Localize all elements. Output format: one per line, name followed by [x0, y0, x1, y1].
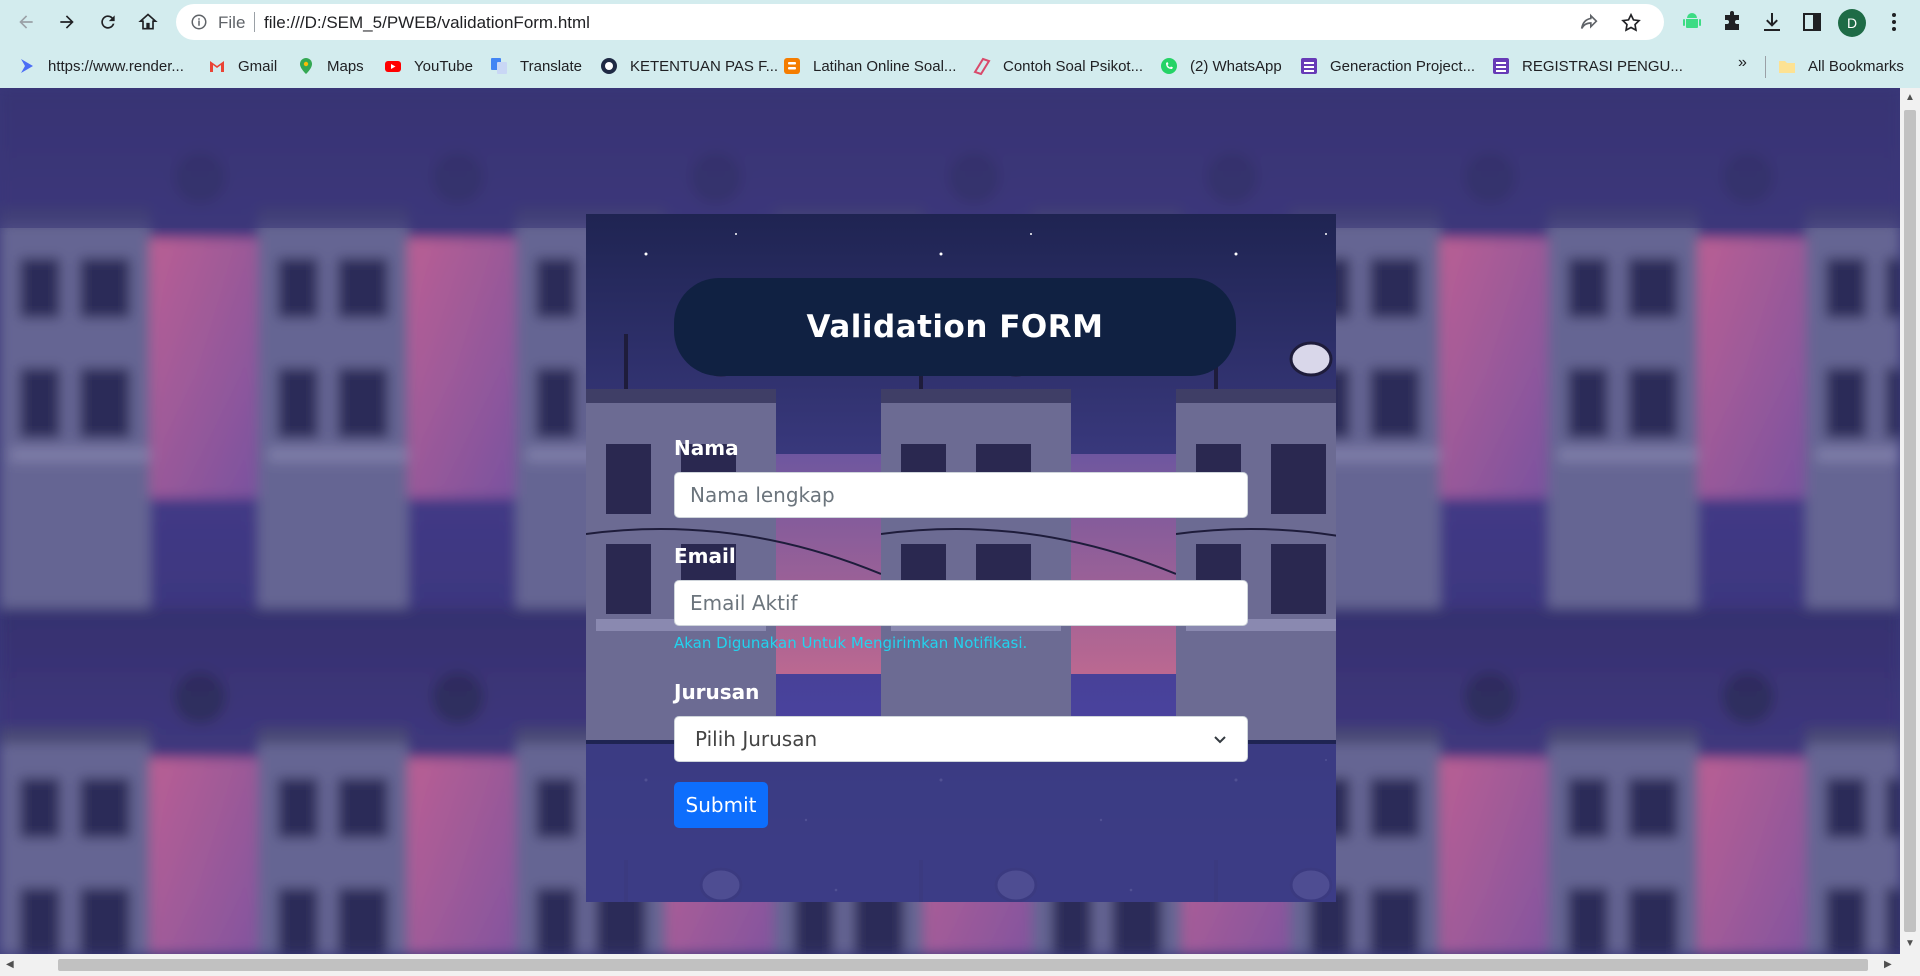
home-button[interactable]: [134, 8, 162, 36]
folder-icon: [1779, 61, 1795, 73]
gmail-icon: [210, 61, 224, 72]
bookmark-item[interactable]: https://www.render...: [18, 56, 184, 76]
site-icon: [973, 57, 991, 75]
form-card: Validation FORM Nama Nama lengkap Email …: [586, 214, 1336, 902]
bookmark-item[interactable]: Gmail: [208, 56, 277, 76]
scroll-left-arrow-icon[interactable]: ◀: [6, 959, 14, 970]
major-selected-value: Pilih Jurusan: [695, 727, 818, 751]
email-label: Email: [674, 544, 736, 568]
omnibox-divider: [254, 12, 255, 32]
scroll-down-arrow-icon[interactable]: ▼: [1905, 938, 1915, 949]
home-icon: [138, 13, 158, 30]
vertical-scroll-thumb[interactable]: [1904, 110, 1916, 932]
bookmark-item[interactable]: YouTube: [384, 56, 473, 76]
share-icon[interactable]: [1578, 12, 1600, 34]
youtube-icon: [385, 61, 401, 72]
download-icon[interactable]: [1760, 10, 1784, 34]
bookmark-label: REGISTRASI PENGU...: [1522, 57, 1683, 75]
major-select[interactable]: Pilih Jurusan: [674, 716, 1248, 762]
bookmark-label: Maps: [327, 57, 364, 75]
bookmark-label: KETENTUAN PAS F...: [630, 57, 779, 75]
name-label: Nama: [674, 436, 739, 460]
bookmark-label: YouTube: [414, 57, 473, 75]
bookmark-item[interactable]: Maps: [297, 56, 364, 76]
arrow-right-icon: [60, 15, 74, 29]
browser-toolbar: File file:///D:/SEM_5/PWEB/validationFor…: [0, 0, 1920, 44]
bookmark-item[interactable]: REGISTRASI PENGU...: [1492, 56, 1683, 76]
all-bookmarks-label: All Bookmarks: [1808, 57, 1904, 75]
maps-icon: [300, 58, 312, 74]
site-icon: [601, 58, 617, 74]
bookmark-item[interactable]: Contoh Soal Psikot...: [973, 56, 1143, 76]
forms-icon: [1301, 58, 1317, 74]
info-icon[interactable]: [190, 13, 208, 31]
scroll-up-arrow-icon[interactable]: ▲: [1905, 92, 1915, 103]
bookmarks-bar: https://www.render... Gmail Maps YouTube…: [0, 44, 1920, 88]
render-icon: [21, 59, 33, 73]
all-bookmarks-button[interactable]: All Bookmarks: [1778, 56, 1904, 76]
reload-icon: [101, 15, 115, 29]
kebab-menu-icon[interactable]: [1882, 10, 1906, 34]
horizontal-scrollbar[interactable]: ◀ ▶: [0, 954, 1920, 976]
bookmark-item[interactable]: Translate: [490, 56, 582, 76]
more-bookmarks-button[interactable]: »: [1738, 54, 1747, 72]
name-input[interactable]: Nama lengkap: [674, 472, 1248, 518]
whatsapp-icon: [1161, 58, 1177, 74]
form-header: Validation FORM: [674, 278, 1236, 376]
bookmark-label: Gmail: [238, 57, 278, 75]
chevron-down-icon: [1214, 736, 1226, 744]
bookmark-star-icon[interactable]: [1620, 12, 1642, 34]
reload-button[interactable]: [94, 8, 122, 36]
email-help-text: Akan Digunakan Untuk Mengirimkan Notifik…: [674, 634, 1028, 652]
bookmark-label: Generaction Project...: [1330, 57, 1476, 75]
email-input[interactable]: Email Aktif: [674, 580, 1248, 626]
back-button[interactable]: [12, 8, 40, 36]
url-text[interactable]: file:///D:/SEM_5/PWEB/validationForm.htm…: [264, 13, 590, 33]
vertical-scrollbar[interactable]: ▲ ▼: [1900, 88, 1920, 954]
bookmark-item[interactable]: (2) WhatsApp: [1160, 56, 1282, 76]
major-label: Jurusan: [674, 680, 760, 704]
bookmark-label: Translate: [520, 57, 582, 75]
arrow-left-icon: [19, 15, 33, 29]
page-viewport: Validation FORM Nama Nama lengkap Email …: [0, 88, 1900, 954]
blogger-icon: [784, 58, 800, 74]
bookmarks-divider: [1765, 56, 1766, 78]
bookmark-item[interactable]: Latihan Online Soal...: [783, 56, 956, 76]
forward-button[interactable]: [53, 8, 81, 36]
side-panel-icon[interactable]: [1800, 10, 1824, 34]
bookmark-item[interactable]: KETENTUAN PAS F...: [600, 56, 778, 76]
bookmark-item[interactable]: Generaction Project...: [1300, 56, 1475, 76]
horizontal-scroll-thumb[interactable]: [58, 959, 1868, 971]
forms-icon: [1493, 58, 1509, 74]
submit-button[interactable]: Submit: [674, 782, 768, 828]
scheme-label: File: [218, 13, 246, 32]
form-title: Validation FORM: [806, 309, 1104, 345]
extensions-puzzle-icon[interactable]: [1720, 10, 1744, 34]
android-extension-icon[interactable]: [1680, 10, 1704, 34]
profile-avatar[interactable]: D: [1838, 9, 1866, 37]
bookmark-label: Latihan Online Soal...: [813, 57, 957, 75]
bookmark-label: Contoh Soal Psikot...: [1003, 57, 1144, 75]
bookmark-label: https://www.render...: [48, 57, 184, 75]
translate-icon: [491, 58, 507, 74]
address-bar[interactable]: File file:///D:/SEM_5/PWEB/validationFor…: [176, 4, 1664, 40]
bookmark-label: (2) WhatsApp: [1190, 57, 1282, 75]
browser-chrome: File file:///D:/SEM_5/PWEB/validationFor…: [0, 0, 1920, 88]
scroll-right-arrow-icon[interactable]: ▶: [1884, 959, 1892, 970]
